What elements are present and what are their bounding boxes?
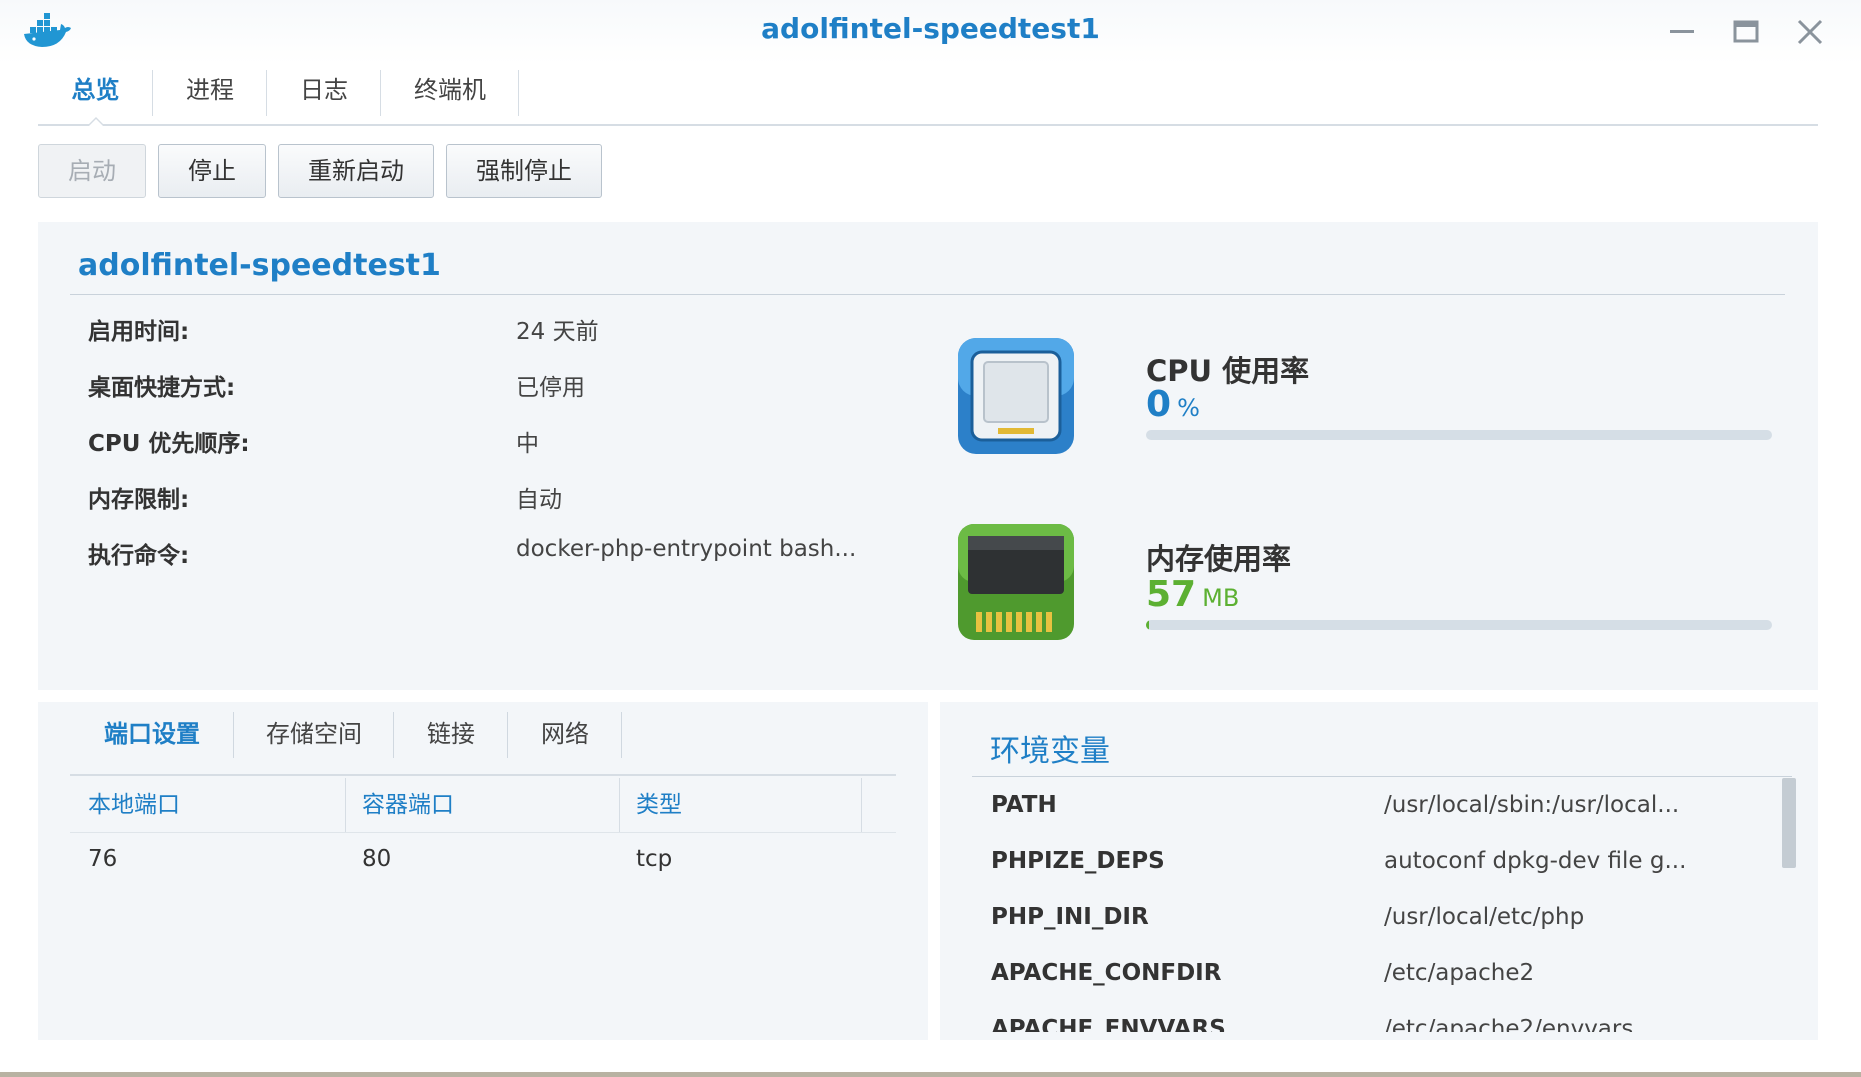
force-stop-button[interactable]: 强制停止 [446, 144, 602, 198]
close-button[interactable] [1790, 14, 1830, 50]
env-key: APACHE_ENVVARS [991, 1016, 1226, 1032]
subtab-storage[interactable]: 存储空间 [234, 706, 394, 762]
info-label-shortcut: 桌面快捷方式: [88, 375, 236, 401]
env-value: /etc/apache2 [1384, 960, 1535, 986]
memory-usage-bar-fill [1146, 620, 1150, 630]
env-value: /usr/local/etc/php [1384, 904, 1585, 930]
restart-button[interactable]: 重新启动 [278, 144, 434, 198]
subtab-links[interactable]: 链接 [394, 706, 508, 762]
env-title: 环境变量 [990, 734, 1110, 769]
table-header-divider [70, 832, 896, 833]
env-key: APACHE_CONFDIR [991, 960, 1222, 986]
info-value-memory-limit: 自动 [516, 487, 562, 513]
info-value-shortcut: 已停用 [516, 375, 585, 401]
memory-module-icon [954, 520, 1078, 644]
tab-terminal[interactable]: 终端机 [381, 64, 519, 124]
info-label-command: 执行命令: [88, 543, 190, 569]
maximize-icon [1733, 20, 1759, 43]
desktop-edge [0, 1072, 1861, 1077]
subtab-network[interactable]: 网络 [508, 706, 622, 762]
env-value: /etc/apache2/envvars [1384, 1016, 1634, 1032]
cpu-usage-bar [1146, 430, 1772, 440]
start-button[interactable]: 启动 [38, 144, 146, 198]
info-label-uptime: 启用时间: [88, 319, 190, 345]
subtab-port-settings[interactable]: 端口设置 [70, 706, 234, 762]
info-value-uptime: 24 天前 [516, 319, 599, 345]
env-list[interactable]: PATH /usr/local/sbin:/usr/local... PHPIZ… [972, 778, 1792, 1032]
close-icon [1797, 19, 1823, 45]
window-title: adolfintel-speedtest1 [761, 12, 1100, 45]
env-key: PHP_INI_DIR [991, 904, 1149, 930]
cpu-chip-icon [954, 334, 1078, 458]
maximize-button[interactable] [1726, 14, 1766, 50]
memory-usage-value: 57 MB [1146, 574, 1240, 615]
stop-button[interactable]: 停止 [158, 144, 266, 198]
env-key: PATH [991, 792, 1057, 818]
column-header-local-port[interactable]: 本地端口 [72, 778, 346, 832]
memory-usage-label: 内存使用率 [1146, 542, 1292, 576]
env-value: autoconf dpkg-dev file g... [1384, 848, 1687, 874]
tab-overview[interactable]: 总览 [38, 64, 153, 126]
info-value-cpu-priority: 中 [516, 431, 539, 457]
env-scrollbar-thumb[interactable] [1782, 778, 1796, 868]
env-divider [972, 776, 1792, 777]
info-label-memory-limit: 内存限制: [88, 487, 190, 513]
cell-container-port: 80 [362, 846, 392, 872]
title-bar: adolfintel-speedtest1 [0, 0, 1861, 64]
info-label-cpu-priority: CPU 优先顺序: [88, 431, 250, 457]
cell-local-port: 76 [88, 846, 118, 872]
minimize-button[interactable] [1662, 14, 1702, 50]
tab-processes[interactable]: 进程 [153, 64, 267, 124]
info-value-command: docker-php-entrypoint bash... [516, 536, 857, 562]
tab-logs[interactable]: 日志 [267, 64, 381, 124]
env-value: /usr/local/sbin:/usr/local... [1384, 792, 1680, 818]
memory-usage-bar [1146, 620, 1772, 630]
column-header-container-port[interactable]: 容器端口 [346, 778, 620, 832]
env-key: PHPIZE_DEPS [991, 848, 1165, 874]
cell-type: tcp [636, 846, 673, 872]
subtab-divider [70, 774, 896, 776]
column-header-type[interactable]: 类型 [620, 778, 862, 832]
divider [70, 294, 1785, 295]
active-tab-caret [86, 117, 105, 126]
container-name: adolfintel-speedtest1 [78, 248, 441, 283]
minimize-icon [1670, 30, 1694, 33]
cpu-usage-value: 0% [1146, 384, 1200, 425]
main-tab-bar: 总览 进程 日志 终端机 [38, 64, 1818, 126]
